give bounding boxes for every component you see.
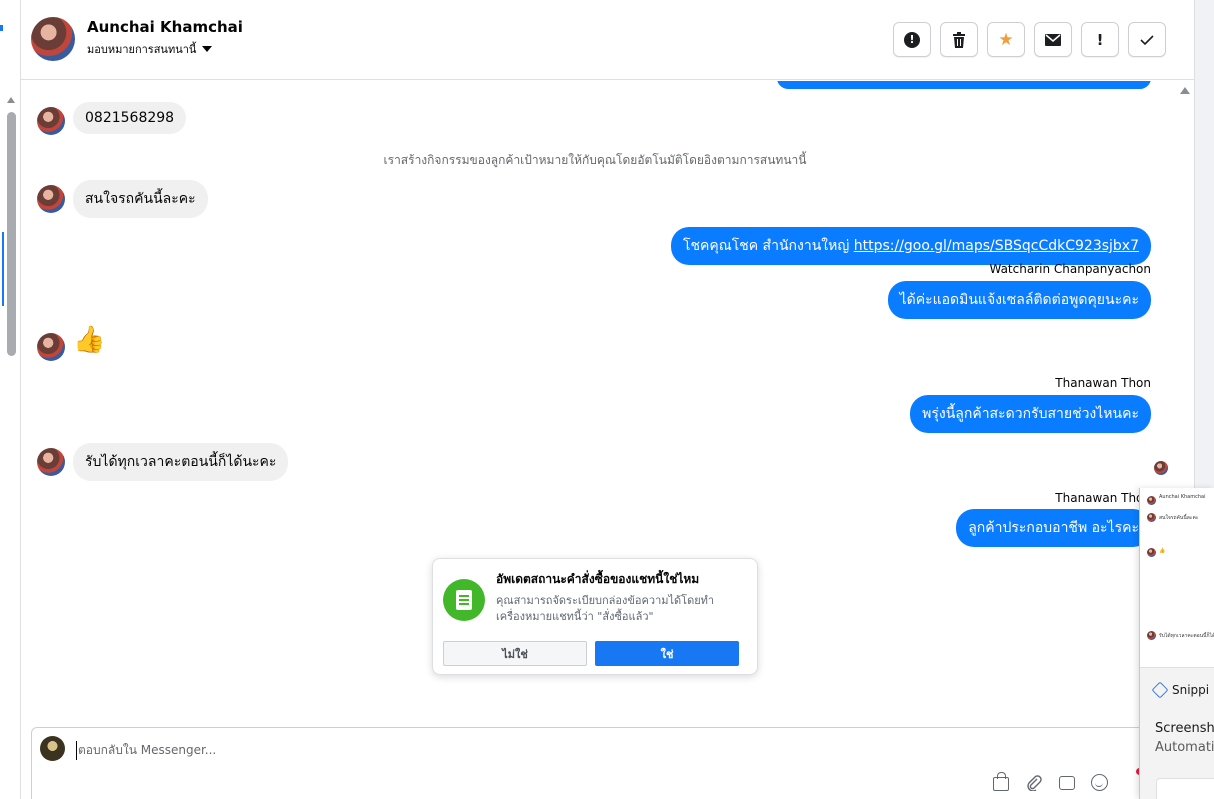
checkmark-icon bbox=[1140, 34, 1154, 45]
composer-tools bbox=[990, 772, 1110, 793]
mark-unread-button[interactable] bbox=[1034, 22, 1072, 57]
outgoing-message-text: โชคคุณโชค สำนักงานใหญ่ bbox=[682, 238, 854, 254]
mini-text: Aunchai Khamchai bbox=[1159, 494, 1206, 500]
left-edge-marker bbox=[0, 25, 3, 31]
shopping-bag-icon bbox=[992, 772, 1009, 791]
assign-label: มอบหมายการสนทนานี้ bbox=[87, 43, 197, 56]
mini-text: 👍 bbox=[1159, 548, 1166, 554]
incoming-message[interactable]: สนใจรถคันนี้ละคะ bbox=[73, 180, 208, 218]
follow-up-button[interactable]: ! bbox=[1081, 22, 1119, 57]
message-thread: 0821568298 เราสร้างกิจกรรมของลูกค้าเป้าห… bbox=[21, 81, 1194, 726]
assign-conversation-dropdown[interactable]: มอบหมายการสนทนานี้ bbox=[87, 40, 213, 58]
seen-indicator-avatar bbox=[1154, 461, 1168, 475]
outgoing-message[interactable]: ได้ค่ะแอดมินแจ้งเซลล์ติดต่อพูดคุยนะคะ bbox=[887, 281, 1151, 319]
alert-circle-icon: ! bbox=[904, 31, 920, 48]
sender-name: Thanawan Thon bbox=[1055, 491, 1151, 505]
emoji-icon bbox=[1091, 774, 1108, 791]
outgoing-message[interactable]: โชคคุณโชค สำนักงานใหญ่ https://goo.gl/ma… bbox=[670, 227, 1151, 265]
chat-scroll-up-arrow-icon[interactable] bbox=[1180, 87, 1190, 94]
header-actions: ! ★ ! bbox=[893, 22, 1166, 57]
no-button[interactable]: ไม่ใช่ bbox=[443, 641, 587, 666]
mini-avatar bbox=[1147, 631, 1156, 640]
sender-avatar[interactable] bbox=[37, 448, 65, 476]
mini-avatar bbox=[1147, 548, 1156, 557]
sender-avatar[interactable] bbox=[37, 107, 65, 135]
star-button[interactable]: ★ bbox=[987, 22, 1025, 57]
shopping-bag-button[interactable] bbox=[990, 772, 1011, 793]
snipping-tool-notification[interactable]: Aunchai Khamchai สนใจรถคันนี้ละคะ 👍 รับไ… bbox=[1139, 488, 1214, 799]
app-name: Snippi bbox=[1172, 683, 1210, 697]
mini-text: รับได้ทุกเวลาคะตอนนี้ก็ได้นะคะ bbox=[1159, 633, 1214, 639]
reply-input[interactable]: ตอบกลับใน Messenger... bbox=[76, 741, 216, 760]
mini-text: สนใจรถคันนี้ละคะ bbox=[1159, 515, 1199, 521]
snipping-tool-icon bbox=[1151, 681, 1169, 699]
attach-button[interactable] bbox=[1023, 772, 1044, 793]
thumbs-up-emoji[interactable]: 👍 bbox=[73, 325, 105, 355]
incoming-message[interactable]: 0821568298 bbox=[73, 102, 187, 134]
left-scroll-up-arrow-icon[interactable] bbox=[7, 97, 15, 103]
order-status-prompt: อัพเดตสถานะคำสั่งซื้อของแชทนี้ใช่ไหม คุณ… bbox=[432, 558, 758, 675]
sender-name: Watcharin Chanpanyachon bbox=[989, 262, 1151, 276]
contact-avatar[interactable] bbox=[31, 17, 75, 61]
previous-outgoing-bubble bbox=[777, 81, 1151, 89]
exclamation-icon: ! bbox=[1096, 30, 1104, 49]
outgoing-message[interactable]: ลูกค้าประกอบอาชีพ อะไรคะ bbox=[956, 509, 1151, 547]
paperclip-icon bbox=[1026, 774, 1042, 791]
quick-reply-icon bbox=[1058, 775, 1075, 790]
sender-name: Thanawan Thon bbox=[1055, 376, 1151, 390]
system-note: เราสร้างกิจกรรมของลูกค้าเป้าหมายให้กับคุ… bbox=[383, 153, 807, 167]
star-icon: ★ bbox=[998, 29, 1014, 50]
snipping-app-label: Snippi bbox=[1151, 681, 1210, 699]
mini-avatar bbox=[1147, 513, 1156, 522]
spam-alert-button[interactable]: ! bbox=[893, 22, 931, 57]
order-document-icon bbox=[443, 579, 485, 621]
quick-reply-button[interactable] bbox=[1056, 772, 1077, 793]
screenshot-thumbnail[interactable]: Aunchai Khamchai สนใจรถคันนี้ละคะ 👍 รับไ… bbox=[1140, 488, 1214, 668]
incoming-message[interactable]: รับได้ทุกเวลาคะตอนนี้ก็ได้นะคะ bbox=[73, 443, 289, 481]
emoji-button[interactable] bbox=[1089, 772, 1110, 793]
sender-avatar[interactable] bbox=[37, 333, 65, 361]
yes-button[interactable]: ใช่ bbox=[595, 641, 739, 666]
message-composer: ตอบกลับใน Messenger... bbox=[31, 727, 1194, 799]
outgoing-message[interactable]: พรุ่งนี้ลูกค้าสะดวกรับสายช่วงไหนคะ bbox=[910, 395, 1151, 433]
delete-button[interactable] bbox=[940, 22, 978, 57]
notification-title: Screensho bbox=[1155, 721, 1214, 736]
trash-icon bbox=[953, 31, 965, 48]
left-panel-edge bbox=[0, 0, 21, 799]
envelope-icon bbox=[1045, 33, 1061, 46]
mark-done-button[interactable] bbox=[1128, 22, 1166, 57]
contact-name[interactable]: Aunchai Khamchai bbox=[87, 18, 243, 36]
notification-action-card[interactable] bbox=[1156, 778, 1214, 799]
notification-subtitle: Automatic bbox=[1155, 740, 1214, 755]
page-avatar bbox=[40, 736, 65, 761]
mini-avatar bbox=[1147, 496, 1156, 505]
caret-down-icon bbox=[202, 46, 213, 52]
left-scrollbar-thumb[interactable] bbox=[7, 112, 16, 356]
selected-conversation-indicator bbox=[2, 232, 4, 306]
sender-avatar[interactable] bbox=[37, 185, 65, 213]
conversation-header: Aunchai Khamchai มอบหมายการสนทนานี้ ! ★ … bbox=[21, 0, 1194, 80]
maps-link[interactable]: https://goo.gl/maps/SBSqcCdkC923sjbx7 bbox=[854, 238, 1139, 254]
prompt-title: อัพเดตสถานะคำสั่งซื้อของแชทนี้ใช่ไหม bbox=[496, 572, 700, 586]
prompt-body: คุณสามารถจัดระเบียบกล่องข้อความได้โดยทำเ… bbox=[496, 594, 715, 623]
